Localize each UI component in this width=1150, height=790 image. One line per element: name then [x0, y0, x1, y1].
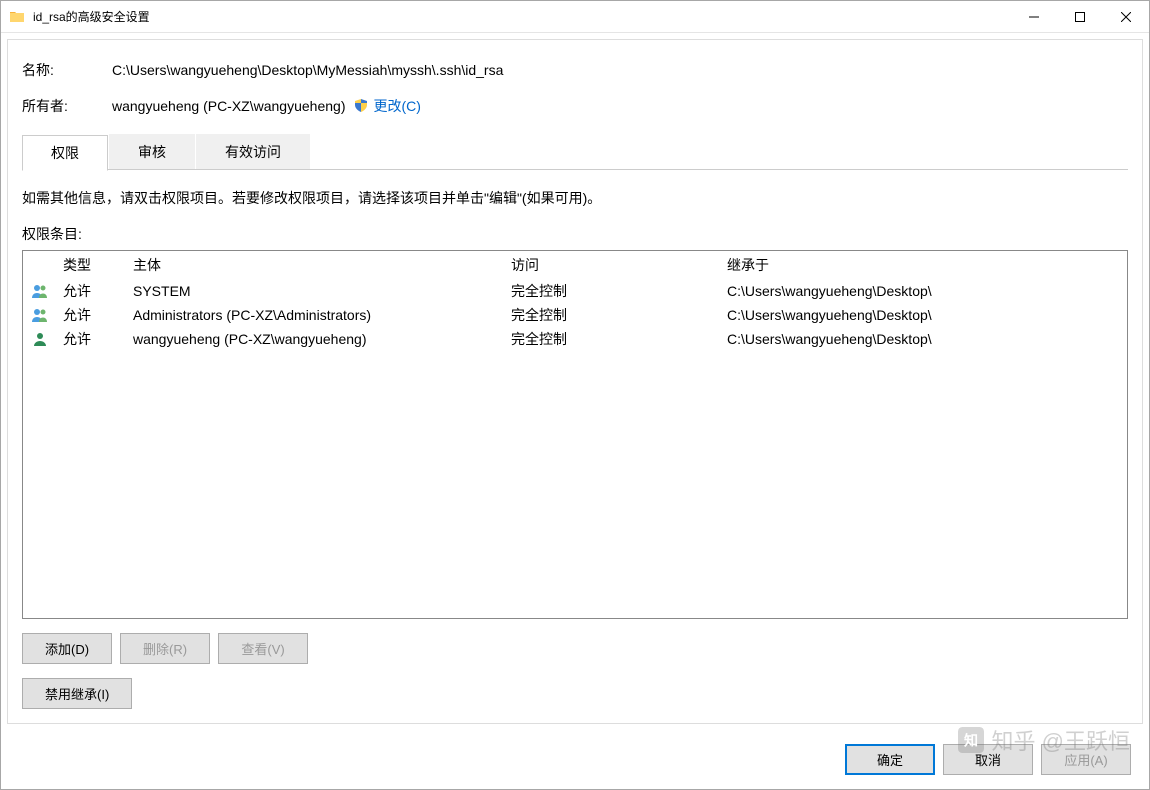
col-access[interactable]: 访问 [511, 255, 727, 275]
cell-access: 完全控制 [511, 281, 727, 301]
disable-inherit-button[interactable]: 禁用继承(I) [22, 678, 132, 709]
col-principal[interactable]: 主体 [133, 255, 511, 275]
tab-permissions[interactable]: 权限 [22, 135, 108, 171]
cell-principal: wangyueheng (PC-XZ\wangyueheng) [133, 331, 511, 347]
add-button[interactable]: 添加(D) [22, 633, 112, 664]
cell-access: 完全控制 [511, 329, 727, 349]
change-link-text: 更改(C) [373, 96, 420, 116]
name-row: 名称: C:\Users\wangyueheng\Desktop\MyMessi… [22, 60, 1128, 80]
table-row[interactable]: 允许 wangyueheng (PC-XZ\wangyueheng) 完全控制 … [23, 327, 1127, 351]
cell-inherit: C:\Users\wangyueheng\Desktop\ [727, 283, 1119, 299]
window-title: id_rsa的高级安全设置 [33, 8, 1011, 25]
cell-type: 允许 [63, 281, 133, 301]
table-header: 类型 主体 访问 继承于 [23, 251, 1127, 279]
change-owner-link[interactable]: 更改(C) [353, 96, 420, 116]
cell-access: 完全控制 [511, 305, 727, 325]
person-icon [31, 331, 63, 347]
table-row[interactable]: 允许 Administrators (PC-XZ\Administrators)… [23, 303, 1127, 327]
cell-principal: Administrators (PC-XZ\Administrators) [133, 307, 511, 323]
entries-label: 权限条目: [22, 224, 1128, 244]
owner-row: 所有者: wangyueheng (PC-XZ\wangyueheng) 更改(… [22, 96, 1128, 116]
remove-button: 删除(R) [120, 633, 210, 664]
cell-type: 允许 [63, 329, 133, 349]
entry-buttons: 添加(D) 删除(R) 查看(V) [22, 633, 1128, 664]
cell-inherit: C:\Users\wangyueheng\Desktop\ [727, 331, 1119, 347]
shield-icon [353, 98, 369, 114]
dialog-buttons: 确定 取消 应用(A) [1, 730, 1149, 789]
col-inherit[interactable]: 继承于 [727, 255, 1119, 275]
name-label: 名称: [22, 60, 112, 80]
maximize-button[interactable] [1057, 1, 1103, 32]
titlebar: id_rsa的高级安全设置 [1, 1, 1149, 33]
inherit-buttons: 禁用继承(I) [22, 678, 1128, 709]
cancel-button[interactable]: 取消 [943, 744, 1033, 775]
close-button[interactable] [1103, 1, 1149, 32]
tab-audit[interactable]: 审核 [109, 134, 195, 170]
owner-label: 所有者: [22, 96, 112, 116]
name-value: C:\Users\wangyueheng\Desktop\MyMessiah\m… [112, 62, 503, 78]
permissions-table[interactable]: 类型 主体 访问 继承于 允许 SYSTEM 完全控制 C:\Users\wan… [22, 250, 1128, 619]
cell-inherit: C:\Users\wangyueheng\Desktop\ [727, 307, 1119, 323]
tab-bar: 权限 审核 有效访问 [22, 134, 1128, 170]
cell-type: 允许 [63, 305, 133, 325]
people-icon [31, 283, 63, 299]
cell-principal: SYSTEM [133, 283, 511, 299]
view-button: 查看(V) [218, 633, 308, 664]
minimize-button[interactable] [1011, 1, 1057, 32]
tab-effective[interactable]: 有效访问 [196, 134, 310, 170]
security-settings-window: id_rsa的高级安全设置 名称: C:\Users\wangyueheng\D… [0, 0, 1150, 790]
apply-button: 应用(A) [1041, 744, 1131, 775]
table-row[interactable]: 允许 SYSTEM 完全控制 C:\Users\wangyueheng\Desk… [23, 279, 1127, 303]
folder-icon [9, 9, 25, 25]
owner-value: wangyueheng (PC-XZ\wangyueheng) [112, 98, 345, 114]
ok-button[interactable]: 确定 [845, 744, 935, 775]
content-area: 名称: C:\Users\wangyueheng\Desktop\MyMessi… [7, 39, 1143, 724]
people-icon [31, 307, 63, 323]
tab-content: 如需其他信息，请双击权限项目。若要修改权限项目，请选择该项目并单击"编辑"(如果… [22, 169, 1128, 709]
instructions-text: 如需其他信息，请双击权限项目。若要修改权限项目，请选择该项目并单击"编辑"(如果… [22, 188, 1128, 208]
col-type[interactable]: 类型 [63, 255, 133, 275]
